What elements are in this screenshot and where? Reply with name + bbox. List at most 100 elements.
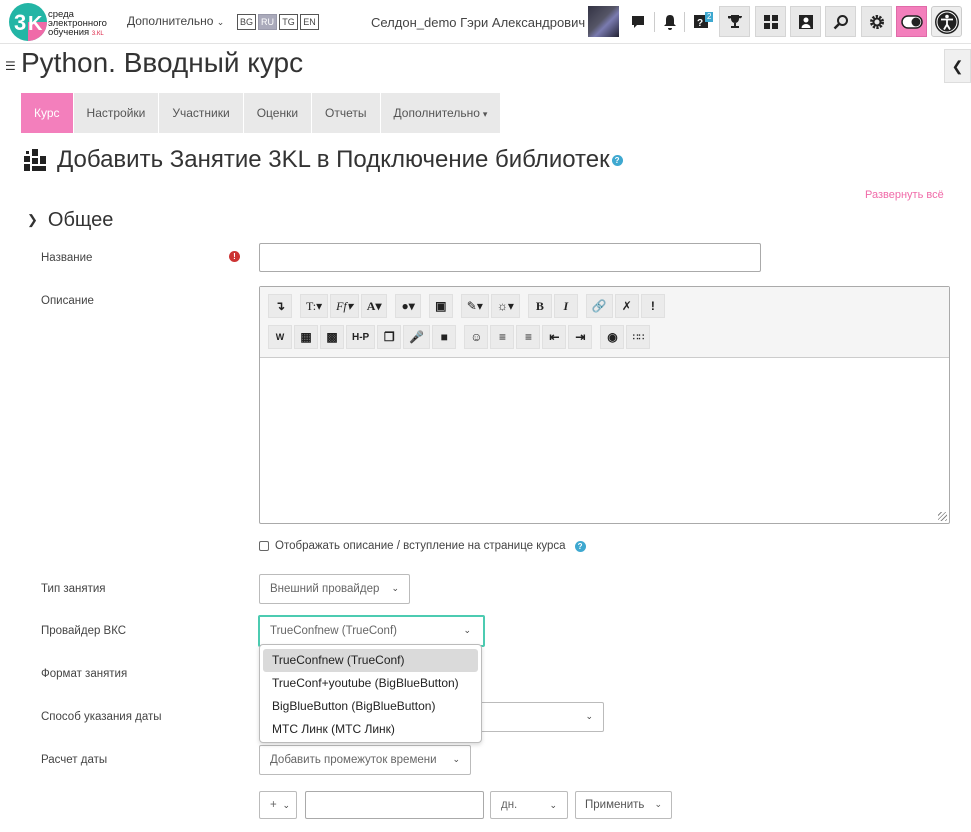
notifications-bell-icon[interactable]	[654, 6, 685, 37]
show-description-checkbox[interactable]	[259, 541, 269, 551]
show-description-label: Отображать описание / вступление на стра…	[275, 540, 566, 552]
insert-block-icon[interactable]: ▣	[428, 294, 453, 318]
navbar-divider	[684, 12, 685, 32]
help-icon[interactable]: ?	[611, 155, 623, 167]
italic-icon[interactable]: I	[553, 294, 578, 318]
screenreader-grid-icon[interactable]: ∷∷	[626, 325, 651, 349]
provider-option[interactable]: TrueConfnew (TrueConf)	[263, 649, 478, 672]
logo-text: среда электронного обучения 3.КL	[48, 9, 107, 38]
required-icon: !	[229, 251, 240, 262]
language-en[interactable]: EN	[300, 14, 319, 30]
provider-label: Провайдер ВКС	[41, 625, 127, 637]
language-switcher: BG RU TG EN	[237, 14, 321, 30]
interval-input[interactable]	[305, 791, 484, 819]
chevron-left-icon: ❮	[951, 57, 964, 74]
word-import-icon[interactable]: W	[268, 325, 292, 349]
chevron-down-icon: ⌄	[654, 799, 662, 809]
add-interval-select[interactable]: Добавить промежуток времени ⌄	[259, 745, 471, 775]
lesson-type-select[interactable]: Внешний провайдер ⌄	[259, 574, 410, 604]
tab-0[interactable]: Курс	[21, 93, 74, 133]
site-logo[interactable]: 3 K среда электронного обучения 3.КL	[8, 2, 118, 42]
tab-1[interactable]: Настройки	[74, 93, 160, 133]
provider-dropdown-list: TrueConfnew (TrueConf) TrueConf+youtube (…	[259, 644, 482, 743]
section-general-toggle[interactable]: ❯ Общее	[27, 209, 113, 232]
provider-option[interactable]: BigBlueButton (BigBlueButton)	[263, 695, 478, 718]
apply-button[interactable]: Применить ⌄	[575, 791, 672, 819]
chevron-down-icon: ⌄	[216, 17, 225, 27]
search-icon[interactable]	[825, 6, 856, 37]
help-icon[interactable]: ?	[574, 540, 586, 552]
gear-icon[interactable]	[861, 6, 892, 37]
language-ru[interactable]: RU	[258, 14, 277, 30]
bold-icon[interactable]: B	[527, 294, 552, 318]
course-index-toggle-icon[interactable]: ☰	[5, 59, 16, 73]
tab-2[interactable]: Участники	[159, 93, 244, 133]
drawer-toggle[interactable]: ❮	[944, 49, 971, 83]
nav-more-menu[interactable]: Дополнительно ⌄	[127, 14, 224, 28]
outdent-icon[interactable]: ⇤	[542, 325, 567, 349]
media-file-icon[interactable]: ▩	[320, 325, 344, 349]
indent-icon[interactable]: ⇥	[568, 325, 593, 349]
text-style-icon[interactable]: T:▾	[300, 294, 329, 318]
tab-5[interactable]: Дополнительно ▾	[381, 93, 502, 133]
chevron-down-icon: ⌄	[585, 711, 593, 721]
h5p-icon[interactable]: H-P	[346, 325, 376, 349]
tab-3[interactable]: Оценки	[244, 93, 313, 133]
collapse-toolbar-icon[interactable]: ↴	[268, 294, 292, 318]
help-count-badge: 2	[705, 12, 714, 22]
numbered-list-icon[interactable]: ≡	[516, 325, 541, 349]
video-camera-icon[interactable]: ■	[432, 325, 457, 349]
activity-3kl-icon	[24, 149, 46, 171]
provider-select[interactable]: TrueConfnew (TrueConf) ⌄	[258, 615, 485, 647]
accessibility-check-icon[interactable]: ◉	[600, 325, 625, 349]
description-label: Описание	[41, 295, 94, 307]
image-icon[interactable]: ▦	[294, 325, 318, 349]
resize-handle-icon[interactable]	[938, 512, 947, 521]
provider-option[interactable]: МТС Линк (МТС Линк)	[263, 718, 478, 741]
date-method-label: Способ указания даты	[41, 711, 162, 723]
microphone-icon[interactable]: 🎤	[403, 325, 431, 349]
user-card-icon[interactable]	[790, 6, 821, 37]
ideas-bulb-icon[interactable]: ☼▾	[490, 294, 520, 318]
tab-4[interactable]: Отчеты	[312, 93, 381, 133]
editor-content-area[interactable]	[260, 358, 949, 523]
bullet-list-icon[interactable]: ≡	[490, 325, 515, 349]
name-input[interactable]	[259, 243, 761, 272]
accessibility-icon[interactable]	[931, 6, 962, 37]
language-tg[interactable]: TG	[279, 14, 298, 30]
page-heading: Добавить Занятие 3KL в Подключение библи…	[57, 146, 623, 174]
messages-icon[interactable]	[622, 6, 653, 37]
course-title: Python. Вводный курс	[21, 47, 304, 78]
provider-option[interactable]: TrueConf+youtube (BigBlueButton)	[263, 672, 478, 695]
lesson-type-label: Тип занятия	[41, 583, 106, 595]
chevron-down-icon: ▾	[482, 109, 488, 119]
font-color-icon[interactable]: A▾	[360, 294, 388, 318]
sign-select[interactable]: + ⌄	[259, 791, 297, 819]
link-icon[interactable]: 🔗	[585, 294, 613, 318]
copy-icon[interactable]: ❐	[377, 325, 402, 349]
chevron-down-icon: ❯	[27, 212, 38, 227]
unit-select[interactable]: дн. ⌄	[490, 791, 568, 819]
chevron-down-icon: ⌄	[452, 754, 460, 764]
expand-all-link[interactable]: Развернуть всё	[865, 189, 944, 201]
background-color-icon[interactable]: ●▾	[395, 294, 421, 318]
chevron-down-icon: ⌄	[282, 800, 290, 810]
editor-toolbar: ↴ T:▾ Ff▾ A▾ ●▾ ▣ ✎▾ ☼▾ B I 🔗 ✗ ! W ▦ ▩ …	[260, 287, 949, 358]
unlink-icon[interactable]: ✗	[614, 294, 639, 318]
edit-mode-toggle-icon[interactable]	[896, 6, 927, 37]
emoji-icon[interactable]: ☺	[464, 325, 489, 349]
section-title: Общее	[47, 209, 114, 231]
styles-brush-icon[interactable]: ✎▾	[460, 294, 489, 318]
dashboard-grid-icon[interactable]	[755, 6, 786, 37]
font-family-icon[interactable]: Ff▾	[330, 294, 359, 318]
format-label: Формат занятия	[41, 668, 128, 680]
chevron-down-icon: ⌄	[391, 583, 399, 593]
chevron-down-icon: ⌄	[463, 625, 471, 635]
trophy-icon[interactable]	[719, 6, 750, 37]
avatar[interactable]	[588, 6, 619, 37]
language-bg[interactable]: BG	[237, 14, 256, 30]
warning-icon[interactable]: !	[640, 294, 665, 318]
date-calc-label: Расчет даты	[41, 754, 108, 766]
user-name[interactable]: Селдон_demo Гэри Александрович	[371, 15, 585, 30]
svg-text:3: 3	[14, 10, 26, 35]
